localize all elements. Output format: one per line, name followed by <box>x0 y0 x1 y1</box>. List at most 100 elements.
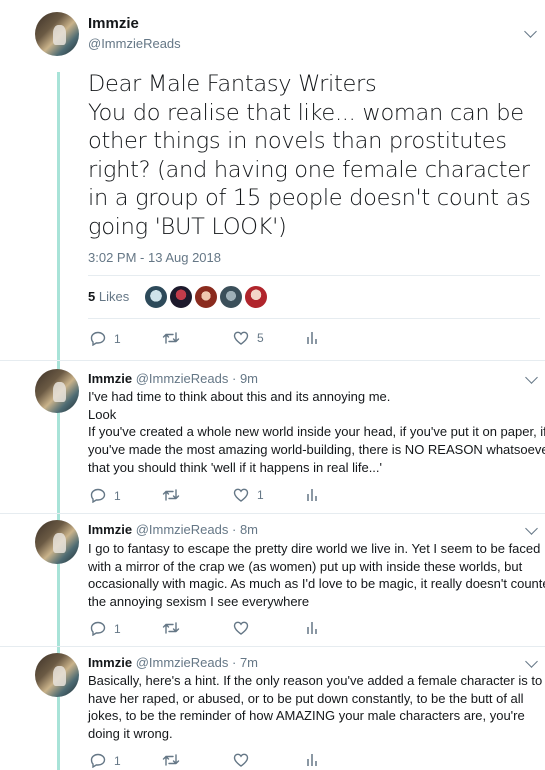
divider <box>88 275 540 276</box>
tweet-text-line: you've made the most amazing world-build… <box>88 442 545 458</box>
reply-button[interactable]: 1 <box>90 621 121 636</box>
tweet-timestamp[interactable]: 3:02 PM - 13 Aug 2018 <box>88 250 221 265</box>
liker-avatar[interactable] <box>244 285 268 309</box>
tweet-text-line: Look <box>88 406 117 422</box>
tweet-text-line: the annoying sexism I see everywhere <box>88 594 310 610</box>
display-name[interactable]: Immzie <box>88 371 132 386</box>
tweet-text-line: doing it wrong. <box>88 726 173 742</box>
reply-icon <box>90 621 106 636</box>
separator-dot: · <box>228 371 240 386</box>
reply-count: 1 <box>114 488 121 503</box>
user-handle[interactable]: @ImmzieReads <box>136 655 229 670</box>
likes-count: 5 <box>88 289 96 304</box>
tweet-text: I've had time to think about this and it… <box>88 388 545 477</box>
user-handle[interactable]: @ImmzieReads <box>136 522 229 537</box>
tweet-text-line: that you should think 'well if it happen… <box>88 459 383 475</box>
reply-icon <box>90 331 106 346</box>
reply-button[interactable]: 1 <box>90 488 121 503</box>
reply-button[interactable]: 1 <box>90 753 121 768</box>
chevron-down-icon[interactable] <box>525 655 538 668</box>
retweet-button[interactable] <box>162 753 180 767</box>
analytics-icon <box>307 489 317 501</box>
tweet-text: Basically, here's a hint. If the only re… <box>88 672 543 743</box>
like-button[interactable] <box>233 753 257 767</box>
reply-icon <box>90 488 106 503</box>
like-icon <box>233 488 249 502</box>
liker-avatar[interactable] <box>219 285 243 309</box>
tweet-text-line: You do realise that like... woman can be <box>88 99 524 126</box>
tweet-time[interactable]: 9m <box>240 371 258 386</box>
retweet-button[interactable] <box>162 621 180 635</box>
reply-count: 1 <box>114 331 121 346</box>
tweet-text: I go to fantasy to escape the pretty dir… <box>88 540 545 611</box>
analytics-button[interactable] <box>306 488 318 502</box>
avatar[interactable] <box>35 12 79 56</box>
liker-avatar[interactable] <box>169 285 193 309</box>
display-name[interactable]: Immzie <box>88 655 132 670</box>
chevron-down-icon[interactable] <box>525 371 538 384</box>
tweet-text-line: jokes, to be the reminder of how AMAZING… <box>88 708 525 724</box>
tweet-text-line: right? (and having one female character <box>88 156 530 183</box>
tweet-time[interactable]: 7m <box>240 655 258 670</box>
like-icon <box>233 331 249 345</box>
tweet-text-line: If you've created a whole new world insi… <box>88 424 545 440</box>
display-name[interactable]: Immzie <box>88 522 132 537</box>
likes-summary[interactable]: 5 Likes <box>88 289 129 304</box>
tweet-text-line: I've had time to think about this and it… <box>88 389 391 404</box>
analytics-button[interactable] <box>306 753 318 767</box>
reply-header: Immzie @ImmzieReads · 8m <box>88 522 258 537</box>
analytics-icon <box>307 332 317 344</box>
tweet-text-line: occasionally with magic. As much as I'd … <box>88 576 545 592</box>
liker-avatar[interactable] <box>144 285 168 309</box>
like-count: 1 <box>257 488 264 502</box>
divider <box>88 318 540 319</box>
tweet-text-line: in a group of 15 people doesn't count as <box>88 185 531 211</box>
like-button[interactable]: 1 <box>233 488 264 502</box>
divider <box>0 646 545 647</box>
tweet-text-line: Basically, here's a hint. If the only re… <box>88 673 543 688</box>
retweet-icon <box>162 754 180 766</box>
avatar[interactable] <box>35 369 79 413</box>
reply-count: 1 <box>114 621 121 636</box>
avatar[interactable] <box>35 653 79 697</box>
like-button[interactable] <box>233 621 257 635</box>
retweet-icon <box>162 489 180 501</box>
divider <box>0 360 545 361</box>
liker-avatar[interactable] <box>194 285 218 309</box>
tweet-text-line: Dear Male Fantasy Writers <box>88 71 377 97</box>
analytics-button[interactable] <box>306 331 318 345</box>
retweet-icon <box>162 332 180 344</box>
display-name[interactable]: Immzie <box>88 15 139 32</box>
separator-dot: · <box>228 522 240 537</box>
user-handle[interactable]: @ImmzieReads <box>88 36 181 51</box>
tweet-text: Dear Male Fantasy Writers You do realise… <box>88 70 540 241</box>
like-icon <box>233 753 249 767</box>
retweet-icon <box>162 622 180 634</box>
avatar[interactable] <box>35 520 79 564</box>
likes-label: Likes <box>98 289 130 304</box>
tweet-text-line: I go to fantasy to escape the pretty dir… <box>88 541 541 556</box>
like-icon <box>233 621 249 635</box>
tweet-text-line: with a mirror of the crap we (as women) … <box>88 558 523 574</box>
tweet-text-line: have her raped, or abused, or to be put … <box>88 690 524 706</box>
retweet-button[interactable] <box>162 488 180 502</box>
tweet-time[interactable]: 8m <box>240 522 258 537</box>
tweet-text-line: going 'BUT LOOK') <box>88 213 287 240</box>
chevron-down-icon[interactable] <box>525 522 538 535</box>
analytics-icon <box>307 622 317 634</box>
retweet-button[interactable] <box>162 331 180 345</box>
reply-count: 1 <box>114 753 121 768</box>
reply-header: Immzie @ImmzieReads · 7m <box>88 655 258 670</box>
reply-icon <box>90 753 106 768</box>
like-count: 5 <box>257 331 264 345</box>
separator-dot: · <box>228 655 240 670</box>
like-button[interactable]: 5 <box>233 331 264 345</box>
analytics-button[interactable] <box>306 621 318 635</box>
divider <box>0 513 545 514</box>
user-handle[interactable]: @ImmzieReads <box>136 371 229 386</box>
reply-header: Immzie @ImmzieReads · 9m <box>88 371 258 386</box>
reply-button[interactable]: 1 <box>90 331 121 346</box>
tweet-text-line: other things in novels than prostitutes <box>88 128 507 154</box>
analytics-icon <box>307 754 317 766</box>
chevron-down-icon[interactable] <box>524 25 537 38</box>
